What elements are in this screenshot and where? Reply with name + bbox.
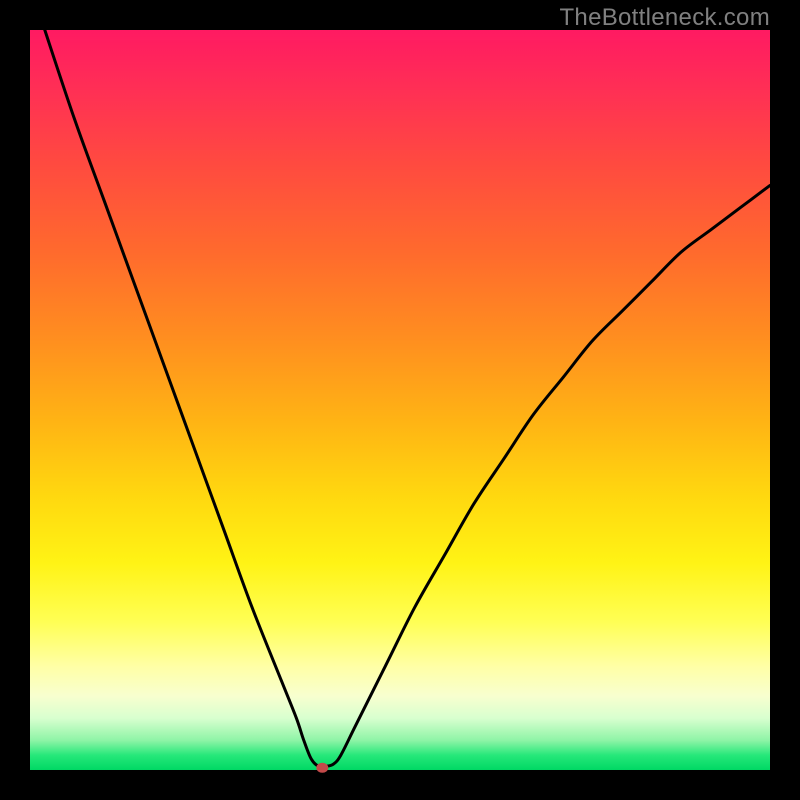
chart-svg [30, 30, 770, 770]
bottleneck-curve [45, 30, 770, 767]
watermark-text: TheBottleneck.com [559, 4, 770, 32]
plot-area [30, 30, 770, 770]
min-marker [316, 763, 328, 773]
chart-frame: TheBottleneck.com [0, 0, 800, 800]
